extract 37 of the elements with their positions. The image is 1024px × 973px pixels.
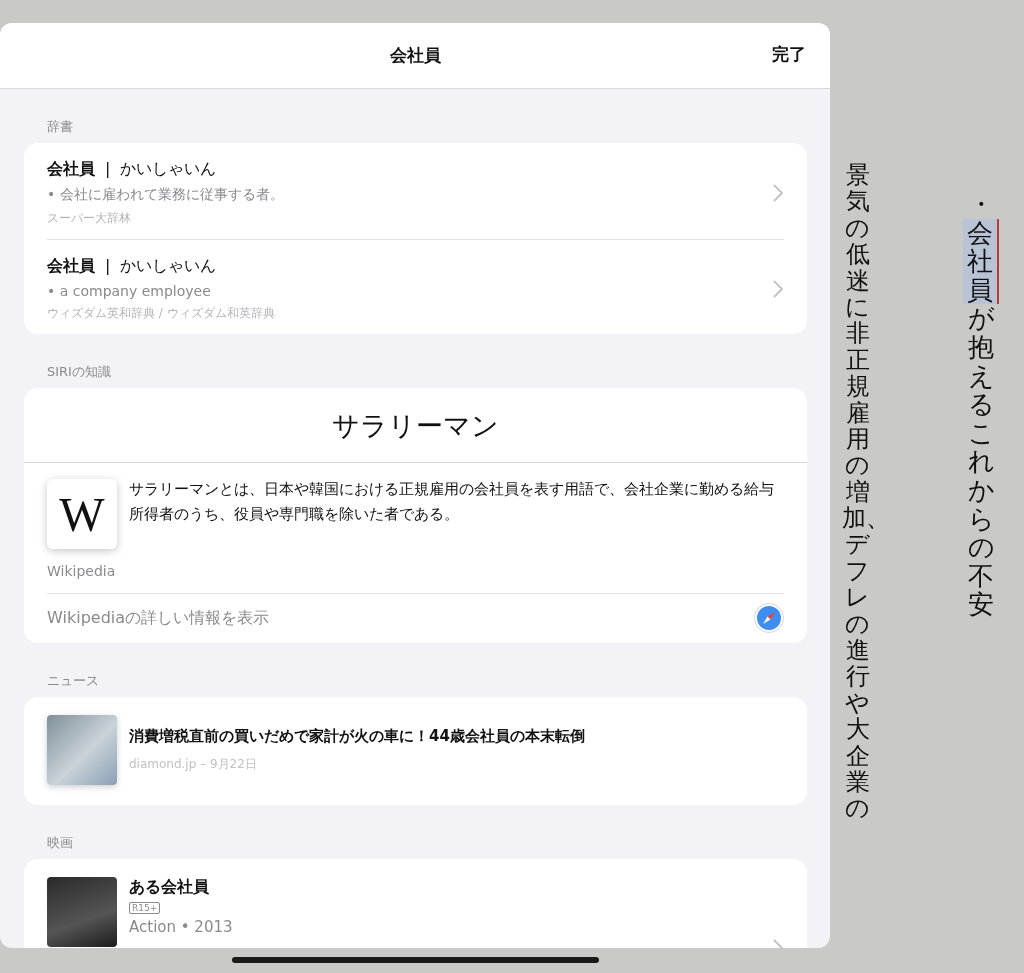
definition: • a company employee bbox=[47, 283, 212, 299]
done-button[interactable]: 完了 bbox=[772, 43, 806, 66]
summary-text: サラリーマンとは、日本や韓国における正規雇用の会社員を表す用語で、会社企業に勤める給与所得者のうち、役員や専門職を除いた者である。 bbox=[129, 479, 775, 525]
separator: | bbox=[105, 256, 111, 277]
section-label: 辞書 bbox=[46, 118, 74, 136]
bullet: ・ bbox=[967, 190, 996, 219]
separator: | bbox=[105, 159, 111, 180]
wikipedia-logo: W bbox=[47, 479, 117, 549]
vertical-text: 景気の低迷に非正規雇用の増加、デフレの進行や大企業の bbox=[842, 162, 874, 822]
dictionary-source: スーパー大辞林 bbox=[47, 210, 132, 227]
headword[interactable]: 会社員 bbox=[47, 159, 95, 180]
movie-info: Action • 2013 bbox=[129, 918, 234, 936]
headword[interactable]: 会社員 bbox=[47, 256, 95, 277]
more-info-link[interactable]: Wikipediaの詳しい情報を表示 bbox=[47, 607, 270, 629]
definition: • 会社に雇われて業務に従事する者。 bbox=[47, 186, 285, 204]
news-card[interactable]: 消費増税直前の買いだめで家計が火の車に！44歳会社員の本末転倒 diamond.jp – 9月22日 bbox=[24, 697, 807, 805]
section-label: SIRIの知識 bbox=[46, 363, 112, 381]
section-label: ニュース bbox=[46, 672, 100, 690]
knowledge-title: サラリーマン bbox=[24, 388, 807, 463]
sheet-title: 会社員 bbox=[389, 44, 441, 67]
vertical-text: が抱えるこれからの不安 bbox=[966, 304, 996, 619]
highlighted-text: 会社員 bbox=[963, 218, 999, 305]
source-label: Wikipedia bbox=[47, 563, 117, 579]
section-label: 映画 bbox=[46, 834, 74, 852]
age-rating: R15+ bbox=[129, 902, 161, 914]
news-source: diamond.jp – 9月22日 bbox=[129, 756, 258, 773]
movie-card[interactable]: ある会社員 R15+ Action • 2013 bbox=[24, 859, 807, 948]
dictionary-source: ウィズダム英和辞典 / ウィズダム和英辞典 bbox=[47, 305, 276, 322]
photo-placeholder bbox=[47, 715, 117, 785]
chevron-icon bbox=[773, 184, 784, 202]
news-headline: 消費増税直前の買いだめで家計が火の車に！44歳会社員の本末転倒 bbox=[129, 727, 585, 746]
compass-icon[interactable] bbox=[754, 603, 784, 633]
chevron-icon bbox=[773, 280, 784, 298]
reading: かいしゃいん bbox=[120, 256, 217, 277]
poster-placeholder bbox=[47, 877, 117, 947]
movie-title: ある会社員 bbox=[129, 877, 210, 898]
reading: かいしゃいん bbox=[120, 159, 217, 180]
